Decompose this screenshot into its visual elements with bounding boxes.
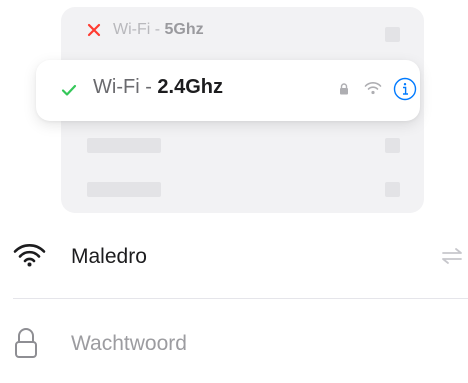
placeholder-square xyxy=(385,182,400,197)
network-label-2-4ghz: Wi-Fi - 2.4Ghz xyxy=(93,76,223,98)
placeholder-bar xyxy=(87,138,161,153)
swap-icon[interactable] xyxy=(440,247,464,265)
network-row-2-4ghz[interactable]: Wi-Fi - 2.4Ghz xyxy=(36,60,420,121)
divider xyxy=(13,298,468,299)
checkmark-icon xyxy=(61,84,77,96)
lock-icon xyxy=(340,83,348,95)
placeholder-bar xyxy=(87,182,161,197)
network-row-5ghz[interactable]: Wi-Fi - 5Ghz xyxy=(61,19,424,49)
wifi-icon xyxy=(13,244,46,267)
network-label-5ghz: Wi-Fi - 5Ghz xyxy=(113,21,204,38)
lock-icon xyxy=(15,328,37,358)
info-icon[interactable] xyxy=(393,77,417,101)
wifi-icon xyxy=(364,82,382,95)
placeholder-square xyxy=(385,27,400,42)
password-field[interactable] xyxy=(0,322,468,372)
close-icon xyxy=(87,23,101,37)
network-name: Maledro xyxy=(71,245,147,268)
password-input[interactable] xyxy=(71,327,431,361)
placeholder-square xyxy=(385,138,400,153)
network-field[interactable]: Maledro xyxy=(0,233,468,283)
